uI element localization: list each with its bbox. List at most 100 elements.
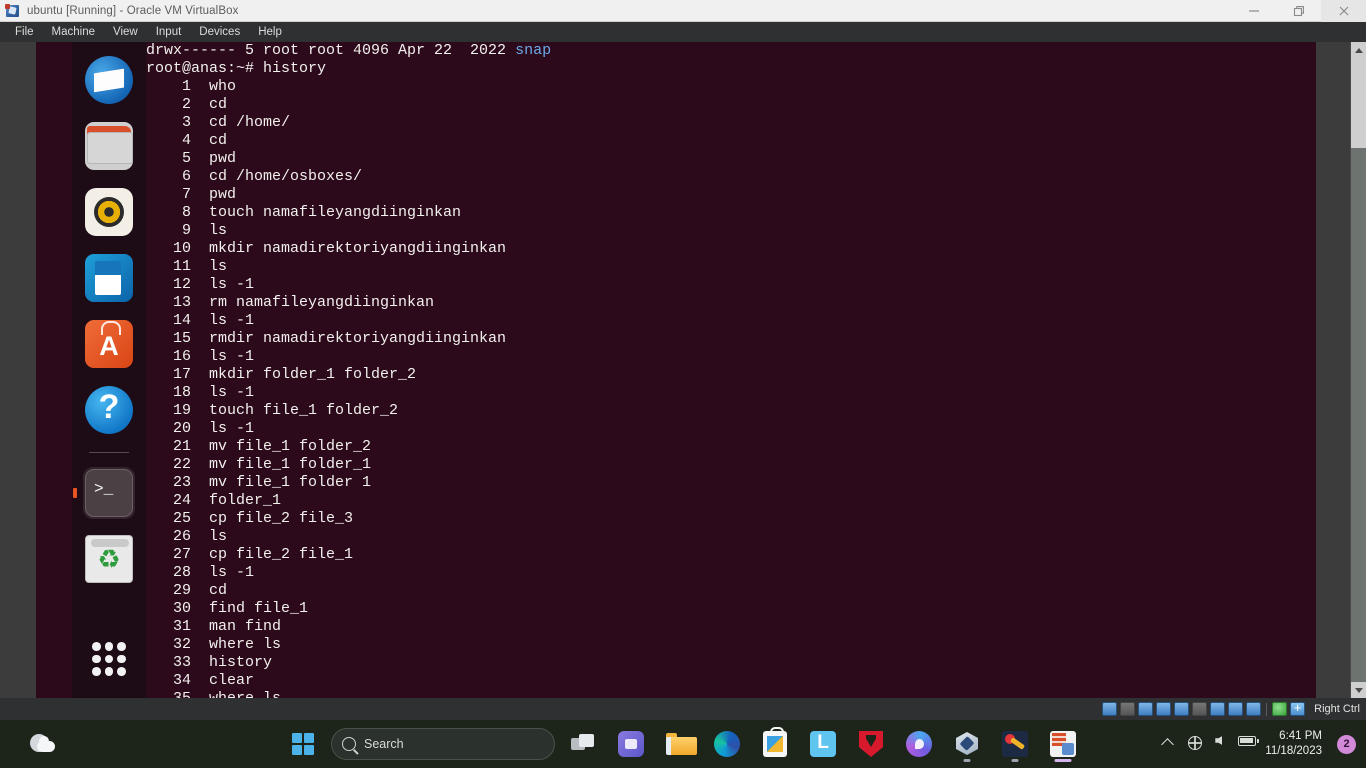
- start-button[interactable]: [283, 724, 323, 764]
- shared-folders-icon[interactable]: [1192, 702, 1208, 716]
- terminal-line: 4 cd: [146, 132, 228, 149]
- terminal-line: 1 who: [146, 78, 237, 95]
- window-controls: [1231, 0, 1366, 22]
- show-hidden-icons-button[interactable]: [1161, 736, 1179, 752]
- dock-item-files[interactable]: [83, 120, 135, 172]
- search-input[interactable]: Search: [331, 728, 555, 760]
- show-applications-button[interactable]: [92, 642, 126, 676]
- virtualbox-status-bar: Right Ctrl: [0, 698, 1366, 720]
- volume-icon[interactable]: [1213, 736, 1229, 752]
- terminal-line: 24 folder_1: [146, 492, 282, 509]
- ubuntu-desktop: drwx------ 5 root root 4096 Apr 22 2022 …: [36, 42, 1316, 698]
- menu-file[interactable]: File: [6, 24, 43, 40]
- terminal-line: drwx------ 5 root root 4096 Apr 22 2022 …: [146, 42, 552, 59]
- status-separator: [1266, 702, 1268, 716]
- line-button[interactable]: [803, 724, 843, 764]
- microsoft-store-icon: [763, 727, 787, 757]
- search-placeholder: Search: [364, 737, 404, 751]
- dock-item-terminal[interactable]: [83, 467, 135, 519]
- dock-item-ubuntu-software[interactable]: [83, 318, 135, 370]
- clock-date: 11/18/2023: [1265, 745, 1322, 757]
- task-view-button[interactable]: [563, 724, 603, 764]
- restore-button[interactable]: [1276, 0, 1321, 22]
- edge-button[interactable]: [707, 724, 747, 764]
- virtualbox-menu-bar: File Machine View Input Devices Help: [0, 22, 1366, 42]
- network-icon[interactable]: [1156, 702, 1172, 716]
- menu-input[interactable]: Input: [147, 24, 191, 40]
- scroll-up-arrow-icon[interactable]: [1351, 42, 1366, 58]
- vm-window-icon: [1050, 731, 1076, 757]
- edge-icon: [714, 731, 740, 757]
- terminal-line: 34 clear: [146, 672, 255, 689]
- dock-item-help[interactable]: [83, 384, 135, 436]
- dock-item-trash[interactable]: [83, 533, 135, 585]
- optical-disk-icon[interactable]: [1120, 702, 1136, 716]
- virtualbox-icon: [954, 731, 980, 757]
- virtualbox-button[interactable]: [947, 724, 987, 764]
- terminal-line: 27 cp file_2 file_1: [146, 546, 354, 563]
- recording-icon[interactable]: [1228, 702, 1244, 716]
- guest-window-scrollbar[interactable]: [1350, 42, 1366, 698]
- terminal-line: 35 where ls: [146, 690, 1316, 698]
- mcafee-button[interactable]: [851, 724, 891, 764]
- system-tray: 6:41 PM 11/18/2023 2: [1161, 720, 1362, 768]
- dock-item-rhythmbox[interactable]: [83, 186, 135, 238]
- terminal-line: 22 mv file_1 folder_1: [146, 456, 372, 473]
- network-icon[interactable]: [1187, 735, 1204, 752]
- terminal-line: 17 mkdir folder_1 folder_2: [146, 366, 417, 383]
- terminal-window[interactable]: drwx------ 5 root root 4096 Apr 22 2022 …: [146, 42, 1316, 698]
- terminal-line: 7 pwd: [146, 186, 237, 203]
- virtualbox-title-bar: ubuntu [Running] - Oracle VM VirtualBox: [0, 0, 1366, 22]
- terminal-line: 8 touch namafileyangdiinginkan: [146, 204, 462, 221]
- search-icon: [342, 737, 356, 751]
- mouse-integration-icon[interactable]: [1272, 702, 1288, 716]
- floppy-icon[interactable]: [1138, 702, 1154, 716]
- copilot-icon: [906, 731, 932, 757]
- terminal-line: 3 cd /home/: [146, 114, 291, 131]
- menu-machine[interactable]: Machine: [43, 24, 104, 40]
- help-icon: [85, 386, 133, 434]
- file-explorer-icon: [666, 733, 697, 755]
- guest-window-scrollbar-thumb[interactable]: [1351, 58, 1366, 148]
- virtualbox-vm-window-button[interactable]: [1043, 724, 1083, 764]
- terminal-line: 6 cd /home/osboxes/: [146, 168, 363, 185]
- hard-disk-icon[interactable]: [1102, 702, 1118, 716]
- notification-badge[interactable]: 2: [1337, 734, 1356, 754]
- battery-icon[interactable]: [1238, 736, 1260, 752]
- usb-icon[interactable]: [1174, 702, 1190, 716]
- terminal-line: 14 ls -1: [146, 312, 255, 329]
- menu-view[interactable]: View: [104, 24, 147, 40]
- display-icon[interactable]: [1210, 702, 1226, 716]
- dock-item-thunderbird[interactable]: [83, 54, 135, 106]
- trash-icon: [85, 535, 133, 583]
- terminal-line: 16 ls -1: [146, 348, 255, 365]
- menu-help[interactable]: Help: [249, 24, 291, 40]
- terminal-line: root@anas:~# history: [146, 60, 327, 77]
- terminal-line: 20 ls -1: [146, 420, 255, 437]
- terminal-token-directory: snap: [515, 42, 552, 59]
- terminal-line: 12 ls -1: [146, 276, 255, 293]
- microsoft-store-button[interactable]: [755, 724, 795, 764]
- file-explorer-button[interactable]: [659, 724, 699, 764]
- scroll-down-arrow-icon[interactable]: [1351, 682, 1366, 698]
- teams-icon: [618, 731, 644, 757]
- teams-button[interactable]: [611, 724, 651, 764]
- terminal-line: 11 ls: [146, 258, 228, 275]
- minimize-button[interactable]: [1231, 0, 1276, 22]
- terminal-line: 29 cd: [146, 582, 228, 599]
- terminal-line: 33 history: [146, 654, 273, 671]
- snipping-tool-button[interactable]: [995, 724, 1035, 764]
- virtualization-icon[interactable]: [1246, 702, 1262, 716]
- dock-item-libreoffice-writer[interactable]: [83, 252, 135, 304]
- terminal-line: 21 mv file_1 folder_2: [146, 438, 372, 455]
- close-button[interactable]: [1321, 0, 1366, 22]
- menu-devices[interactable]: Devices: [190, 24, 249, 40]
- terminal-line: 32 where ls: [146, 636, 282, 653]
- dock-separator: [89, 452, 129, 453]
- host-key-icon[interactable]: [1290, 700, 1306, 716]
- terminal-line: 18 ls -1: [146, 384, 255, 401]
- copilot-button[interactable]: [899, 724, 939, 764]
- clock[interactable]: 6:41 PM 11/18/2023: [1265, 729, 1322, 759]
- thunderbird-icon: [85, 56, 133, 104]
- ubuntu-software-icon: [85, 320, 133, 368]
